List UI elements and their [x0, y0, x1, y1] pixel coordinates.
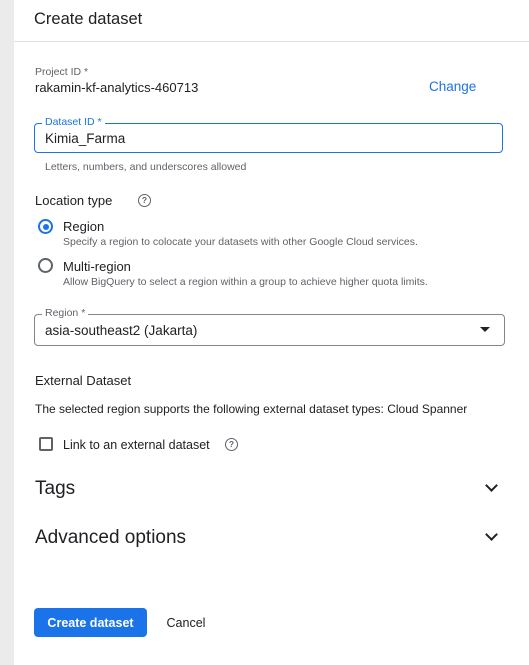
help-circle-icon[interactable]: ?: [138, 194, 151, 207]
create-dataset-button[interactable]: Create dataset: [34, 608, 147, 637]
external-dataset-description: The selected region supports the followi…: [35, 402, 468, 416]
region-selected-value: asia-southeast2 (Jakarta): [45, 323, 198, 338]
panel-header: Create dataset: [14, 0, 529, 42]
project-id-value: rakamin-kf-analytics-460713: [35, 80, 199, 95]
dataset-id-hint: Letters, numbers, and underscores allowe…: [45, 161, 247, 173]
region-option-description: Specify a region to colocate your datase…: [63, 236, 418, 248]
multi-region-option-description: Allow BigQuery to select a region within…: [63, 276, 428, 288]
region-label: Region *: [42, 307, 89, 319]
chevron-down-icon[interactable]: [485, 528, 498, 541]
change-project-link[interactable]: Change: [429, 79, 476, 94]
background-page: [0, 0, 14, 665]
cancel-button[interactable]: Cancel: [158, 608, 214, 637]
multi-region-radio[interactable]: [38, 258, 53, 273]
advanced-options-title[interactable]: Advanced options: [35, 527, 186, 549]
location-type-title: Location type: [35, 193, 113, 208]
link-external-checkbox[interactable]: [39, 437, 53, 451]
tags-section-title[interactable]: Tags: [35, 478, 75, 500]
link-external-label[interactable]: Link to an external dataset: [63, 438, 210, 452]
project-id-label: Project ID *: [35, 66, 89, 78]
create-dataset-panel: Create dataset Project ID * rakamin-kf-a…: [14, 0, 529, 665]
multi-region-option-label: Multi-region: [63, 259, 131, 274]
dataset-id-input[interactable]: [45, 129, 485, 147]
dataset-id-label: Dataset ID *: [42, 116, 105, 128]
region-radio[interactable]: [38, 219, 53, 234]
arrow-drop-down-icon[interactable]: [480, 327, 490, 332]
panel-title: Create dataset: [34, 10, 143, 28]
external-dataset-title: External Dataset: [35, 373, 132, 388]
region-option-label: Region: [63, 219, 105, 234]
help-circle-icon[interactable]: ?: [225, 438, 238, 451]
chevron-down-icon[interactable]: [485, 479, 498, 492]
